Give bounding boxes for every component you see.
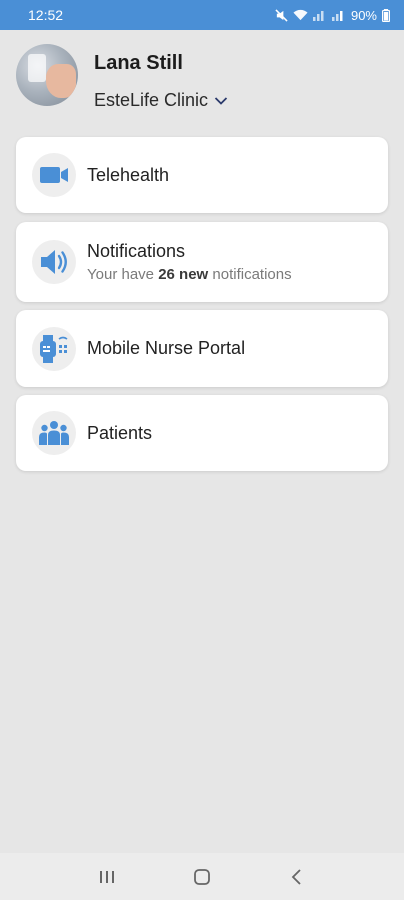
smartwatch-icon (40, 334, 68, 363)
home-icon (194, 868, 210, 885)
notifications-title: Notifications (87, 241, 186, 261)
notifications-card[interactable]: Notifications Your have 26 new notificat… (16, 222, 388, 302)
home-button[interactable] (187, 862, 217, 892)
battery-icon (382, 8, 390, 22)
status-time: 12:52 (28, 7, 64, 23)
app-screen: 12:52 90% Lana Still EsteLife Clinic Tel… (0, 0, 404, 900)
avatar[interactable] (16, 44, 78, 106)
notifications-subtitle-suffix: notifications (212, 266, 292, 283)
nurse-portal-title: Mobile Nurse Portal (87, 338, 246, 358)
profile-header: Lana Still EsteLife Clinic (16, 44, 388, 116)
back-button[interactable] (282, 862, 312, 892)
wifi-icon (293, 9, 308, 21)
patients-icon-circle (32, 411, 76, 455)
patients-card[interactable]: Patients (16, 395, 388, 471)
nurse-portal-icon-circle (32, 326, 76, 371)
notifications-count: 26 new (158, 266, 209, 283)
telehealth-icon-circle (32, 153, 76, 197)
status-icons: 90% (275, 8, 390, 23)
signal-icon-2 (331, 11, 343, 21)
patients-title: Patients (87, 422, 153, 443)
recent-apps-icon (100, 870, 115, 883)
status-bar: 12:52 90% (0, 0, 404, 30)
speaker-icon (41, 250, 67, 274)
back-icon (291, 868, 301, 885)
chevron-down-icon (214, 96, 228, 105)
telehealth-card[interactable]: Telehealth (16, 137, 388, 213)
video-camera-icon (40, 167, 68, 183)
mute-icon (275, 8, 288, 22)
notifications-subtitle: Your have 26 new notifications (87, 266, 292, 283)
system-nav-bar (0, 853, 404, 900)
clinic-selector[interactable]: EsteLife Clinic (94, 90, 228, 111)
notifications-icon-circle (32, 240, 76, 284)
clinic-name: EsteLife Clinic (94, 90, 209, 110)
battery-percent: 90% (350, 7, 377, 23)
telehealth-title: Telehealth (87, 164, 170, 185)
user-name: Lana Still (94, 52, 183, 74)
notifications-subtitle-prefix: Your have (87, 266, 155, 283)
recent-apps-button[interactable] (92, 862, 122, 892)
people-group-icon (39, 421, 69, 445)
signal-icon (312, 11, 324, 21)
nurse-portal-card[interactable]: Mobile Nurse Portal (16, 310, 388, 387)
